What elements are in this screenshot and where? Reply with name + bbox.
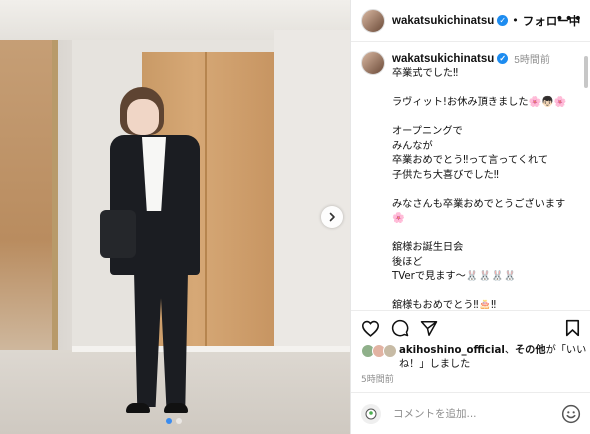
carousel-dot	[176, 418, 182, 424]
current-user-avatar	[361, 403, 381, 424]
caption-scrollbar[interactable]	[584, 56, 588, 88]
post-photo[interactable]	[0, 0, 350, 434]
person-shoe-left	[126, 403, 150, 413]
carousel-indicator	[166, 418, 182, 424]
post-side-panel: wakatsukichinatsu ✓ • フォロー中 ••• wakatsuk…	[350, 0, 590, 434]
post-header: wakatsukichinatsu ✓ • フォロー中 •••	[351, 0, 590, 42]
emoji-icon[interactable]	[561, 404, 581, 424]
author-username[interactable]: wakatsukichinatsu	[392, 15, 494, 27]
person-face	[127, 99, 159, 135]
bookmark-icon[interactable]	[561, 317, 583, 339]
liked-by-text: akihoshino_official、その他が「いいね！」しました	[399, 344, 587, 372]
photo-right-wall	[274, 30, 350, 360]
heart-icon[interactable]	[359, 317, 381, 339]
post-caption-area: wakatsukichinatsu ✓ 5時間前 卒業式でした‼ ラヴィット!お…	[351, 43, 590, 309]
liked-by-others[interactable]: その他	[515, 345, 546, 356]
more-options-icon[interactable]: •••	[555, 12, 583, 26]
carousel-dot-active	[166, 418, 172, 424]
comment-bubble-icon[interactable]	[389, 317, 411, 339]
person-bag	[100, 210, 136, 258]
verified-badge-icon: ✓	[497, 15, 509, 26]
author-avatar[interactable]	[361, 8, 385, 33]
person-shoe-right	[164, 403, 188, 413]
verified-badge-icon: ✓	[497, 53, 509, 64]
caption-text: 卒業式でした‼ ラヴィット!お休み頂きました🌸👦🏻🌸 オープニングで みんなが …	[392, 68, 567, 309]
post-timestamp[interactable]: 5時間前	[361, 372, 394, 385]
caption-author-avatar[interactable]	[361, 51, 385, 75]
comment-bar	[351, 392, 590, 434]
photo-mirror	[0, 0, 58, 400]
person-trousers	[134, 271, 188, 407]
caption-timestamp[interactable]: 5時間前	[514, 51, 550, 66]
chevron-right-icon	[329, 212, 335, 222]
liker-avatars[interactable]	[361, 344, 397, 358]
liked-by-user[interactable]: akihoshino_official	[399, 345, 505, 356]
photo-person	[100, 85, 220, 425]
header-separator: •	[512, 14, 519, 27]
caption-username[interactable]: wakatsukichinatsu	[392, 53, 494, 65]
carousel-next-button[interactable]	[321, 206, 343, 228]
liked-by-separator: 、	[504, 345, 515, 356]
liker-avatar	[383, 344, 397, 358]
liked-by-line: akihoshino_official、その他が「いいね！」しました	[361, 344, 587, 372]
paper-plane-icon[interactable]	[418, 317, 440, 339]
action-bar	[351, 310, 590, 344]
comment-input[interactable]	[393, 407, 553, 420]
